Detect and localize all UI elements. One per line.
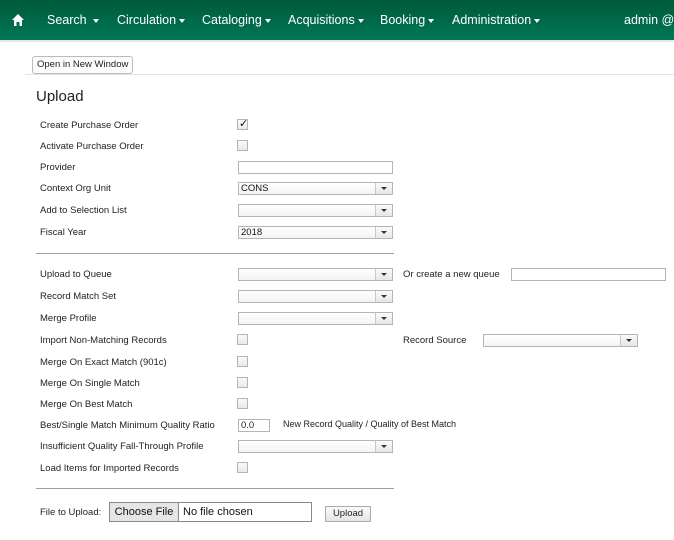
caret-down-icon	[93, 18, 100, 23]
new-queue-input[interactable]	[511, 268, 666, 281]
nav-administration-label: Administration	[452, 13, 532, 27]
record-source-select[interactable]	[483, 334, 638, 347]
file-upload-label: File to Upload:	[40, 507, 102, 518]
caret-down-icon	[179, 18, 186, 23]
page-title: Upload	[36, 88, 84, 105]
dropdown-arrow-icon	[375, 183, 392, 194]
context-org-unit-label: Context Org Unit	[40, 183, 111, 194]
dropdown-arrow-icon	[375, 291, 392, 302]
min-quality-ratio-label: Best/Single Match Minimum Quality Ratio	[40, 420, 215, 431]
fiscal-year-label: Fiscal Year	[40, 227, 87, 238]
min-quality-ratio-hint: New Record Quality / Quality of Best Mat…	[283, 419, 457, 429]
nav-cataloging-label: Cataloging	[202, 13, 262, 27]
upload-queue-select[interactable]	[238, 268, 393, 281]
activate-po-label: Activate Purchase Order	[40, 141, 144, 152]
dropdown-arrow-icon	[375, 205, 392, 216]
nav-search[interactable]: Search	[47, 0, 100, 40]
nav-search-label: Search	[47, 13, 87, 27]
create-po-label: Create Purchase Order	[40, 120, 139, 131]
fallthrough-profile-select[interactable]	[238, 440, 393, 453]
load-items-label: Load Items for Imported Records	[40, 463, 179, 474]
fiscal-year-value: 2018	[241, 227, 263, 238]
context-org-unit-value: CONS	[241, 183, 269, 194]
import-non-matching-label: Import Non-Matching Records	[40, 335, 167, 346]
caret-down-icon	[428, 18, 435, 23]
context-org-unit-select[interactable]: CONS	[238, 182, 393, 195]
dropdown-arrow-icon	[375, 441, 392, 452]
dropdown-arrow-icon	[375, 313, 392, 324]
upload-button[interactable]: Upload	[325, 506, 371, 522]
import-non-matching-checkbox[interactable]	[237, 334, 248, 345]
merge-exact-label: Merge On Exact Match (901c)	[40, 357, 167, 368]
merge-best-label: Merge On Best Match	[40, 399, 133, 410]
dropdown-arrow-icon	[375, 227, 392, 238]
fiscal-year-select[interactable]: 2018	[238, 226, 393, 239]
load-items-checkbox[interactable]	[237, 462, 248, 473]
caret-down-icon	[534, 18, 541, 23]
nav-acquisitions[interactable]: Acquisitions	[288, 0, 364, 40]
navbar-shadow	[0, 40, 674, 42]
toolbar-divider	[25, 74, 674, 75]
home-icon[interactable]	[11, 13, 25, 27]
nav-cataloging[interactable]: Cataloging	[202, 0, 271, 40]
merge-exact-checkbox[interactable]	[237, 356, 248, 367]
record-match-set-label: Record Match Set	[40, 291, 117, 302]
open-new-window-button[interactable]: Open in New Window	[32, 56, 134, 74]
nav-booking-label: Booking	[380, 13, 426, 27]
min-quality-ratio-input[interactable]: 0.0	[238, 419, 270, 432]
activate-po-checkbox[interactable]	[237, 140, 248, 151]
upload-queue-label: Upload to Queue	[40, 269, 112, 280]
dropdown-arrow-icon	[620, 335, 637, 346]
section-divider	[36, 488, 394, 489]
record-match-set-select[interactable]	[238, 290, 393, 303]
choose-file-button[interactable]: Choose File	[110, 503, 179, 521]
selection-list-select[interactable]	[238, 204, 393, 217]
nav-circulation[interactable]: Circulation	[117, 0, 186, 40]
merge-best-checkbox[interactable]	[237, 398, 248, 409]
provider-input[interactable]	[238, 161, 393, 174]
new-queue-label: Or create a new queue	[403, 269, 500, 280]
file-status: No file chosen	[183, 506, 253, 518]
top-navbar: Search Circulation Cataloging Acquisitio…	[0, 0, 674, 40]
selection-list-label: Add to Selection List	[40, 205, 127, 216]
merge-single-checkbox[interactable]	[237, 377, 248, 388]
nav-administration[interactable]: Administration	[452, 0, 541, 40]
record-source-label: Record Source	[403, 335, 467, 346]
nav-circulation-label: Circulation	[117, 13, 177, 27]
dropdown-arrow-icon	[375, 269, 392, 280]
provider-label: Provider	[40, 162, 76, 173]
checkmark-icon: ✓	[239, 118, 249, 130]
section-divider	[36, 253, 394, 254]
caret-down-icon	[264, 18, 271, 23]
merge-profile-label: Merge Profile	[40, 313, 97, 324]
caret-down-icon	[357, 18, 364, 23]
merge-profile-select[interactable]	[238, 312, 393, 325]
nav-booking[interactable]: Booking	[380, 0, 435, 40]
user-menu[interactable]: admin @	[624, 0, 674, 40]
merge-single-label: Merge On Single Match	[40, 378, 140, 389]
fallthrough-profile-label: Insufficient Quality Fall-Through Profil…	[40, 441, 204, 452]
nav-acquisitions-label: Acquisitions	[288, 13, 355, 27]
file-input[interactable]: Choose File No file chosen	[109, 502, 312, 522]
create-po-checkbox[interactable]: ✓	[237, 118, 249, 130]
